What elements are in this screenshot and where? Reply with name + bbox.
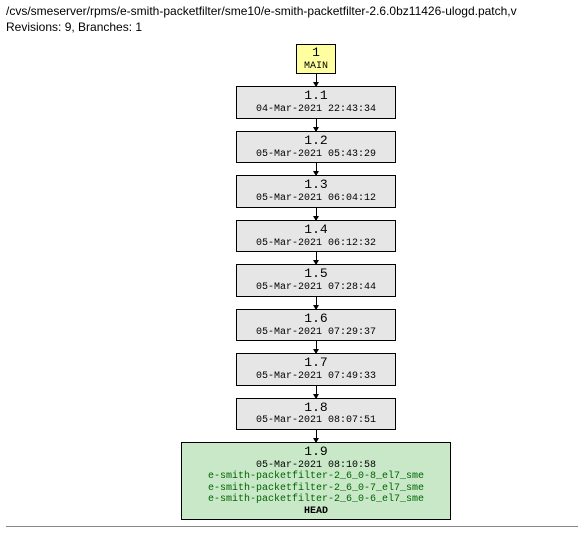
graph-connector bbox=[316, 163, 317, 175]
revision-node: 1.1 04-Mar-2021 22:43:34 bbox=[236, 86, 396, 118]
revision-date: 05-Mar-2021 06:04:12 bbox=[243, 193, 389, 205]
revision-date: 05-Mar-2021 06:12:32 bbox=[243, 238, 389, 250]
revision-node: 1.8 05-Mar-2021 08:07:51 bbox=[236, 398, 396, 430]
head-revision-node: 1.9 05-Mar-2021 08:10:58 e-smith-packetf… bbox=[181, 442, 451, 520]
footer-divider bbox=[6, 526, 578, 527]
branch-name: MAIN bbox=[299, 61, 333, 73]
graph-connector bbox=[316, 252, 317, 264]
revision-node: 1.4 05-Mar-2021 06:12:32 bbox=[236, 220, 396, 252]
graph-connector bbox=[316, 386, 317, 398]
graph-connector bbox=[316, 430, 317, 442]
head-label: HEAD bbox=[188, 506, 444, 518]
revision-date: 05-Mar-2021 08:07:51 bbox=[243, 415, 389, 427]
file-path: /cvs/smeserver/rpms/e-smith-packetfilter… bbox=[6, 4, 578, 18]
revision-tag: e-smith-packetfilter-2_6_0-6_el7_sme bbox=[188, 494, 444, 506]
revision-node: 1.7 05-Mar-2021 07:49:33 bbox=[236, 353, 396, 385]
revision-number: 1.2 bbox=[243, 134, 389, 149]
graph-connector bbox=[316, 297, 317, 309]
revision-number: 1.5 bbox=[243, 267, 389, 282]
revision-date: 05-Mar-2021 07:29:37 bbox=[243, 327, 389, 339]
revision-number: 1.4 bbox=[243, 223, 389, 238]
revision-date: 05-Mar-2021 05:43:29 bbox=[243, 149, 389, 161]
revision-number: 1.6 bbox=[243, 312, 389, 327]
branch-number: 1 bbox=[299, 46, 333, 61]
branch-node-main: 1 MAIN bbox=[296, 44, 336, 74]
revision-graph: 1 MAIN 1.1 04-Mar-2021 22:43:34 1.2 05-M… bbox=[54, 44, 578, 520]
revision-node: 1.5 05-Mar-2021 07:28:44 bbox=[236, 264, 396, 296]
revision-tag: e-smith-packetfilter-2_6_0-7_el7_sme bbox=[188, 483, 444, 495]
revision-stats: Revisions: 9, Branches: 1 bbox=[6, 20, 578, 34]
revision-date: 05-Mar-2021 08:10:58 bbox=[188, 460, 444, 472]
graph-connector bbox=[316, 74, 317, 86]
revision-date: 04-Mar-2021 22:43:34 bbox=[243, 104, 389, 116]
revision-node: 1.2 05-Mar-2021 05:43:29 bbox=[236, 131, 396, 163]
revision-node: 1.3 05-Mar-2021 06:04:12 bbox=[236, 175, 396, 207]
graph-connector bbox=[316, 208, 317, 220]
revision-date: 05-Mar-2021 07:49:33 bbox=[243, 371, 389, 383]
graph-connector bbox=[316, 341, 317, 353]
revision-tag: e-smith-packetfilter-2_6_0-8_el7_sme bbox=[188, 471, 444, 483]
revision-number: 1.1 bbox=[243, 89, 389, 104]
revision-node: 1.6 05-Mar-2021 07:29:37 bbox=[236, 309, 396, 341]
revision-number: 1.7 bbox=[243, 356, 389, 371]
revision-number: 1.8 bbox=[243, 401, 389, 416]
revision-number: 1.3 bbox=[243, 178, 389, 193]
graph-connector bbox=[316, 119, 317, 131]
revision-date: 05-Mar-2021 07:28:44 bbox=[243, 282, 389, 294]
revision-number: 1.9 bbox=[188, 445, 444, 460]
